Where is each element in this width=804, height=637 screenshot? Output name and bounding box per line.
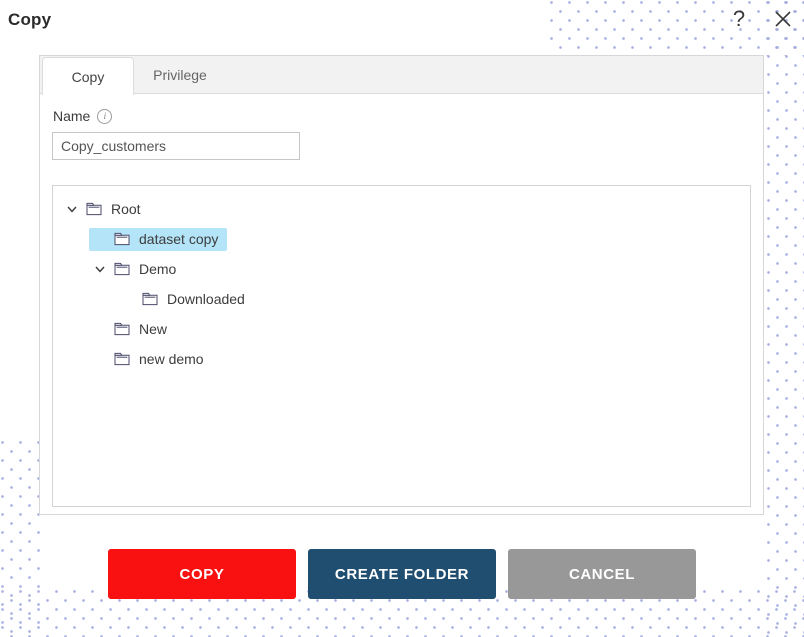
tree-node-label: Downloaded <box>167 291 245 307</box>
background-dot-pattern-right <box>766 0 804 637</box>
tree-node-label: new demo <box>139 351 204 367</box>
folder-icon <box>114 352 130 366</box>
name-field-row: Name i <box>52 108 751 124</box>
tree-node-label: Demo <box>139 261 177 277</box>
panel-body: Name i Root dataset copy Demo Downloaded New… <box>40 94 763 519</box>
tab-privilege-label: Privilege <box>153 66 207 83</box>
info-icon[interactable]: i <box>97 108 113 124</box>
tree-node[interactable]: Downloaded <box>53 284 750 314</box>
name-input[interactable] <box>52 132 300 160</box>
tree-node[interactable]: dataset copy <box>53 224 750 254</box>
tree-node-row[interactable]: new demo <box>89 348 213 371</box>
background-dot-pattern-top-right <box>549 0 804 56</box>
chevron-down-icon[interactable] <box>93 262 107 276</box>
tab-copy-label: Copy <box>71 68 105 85</box>
tree-node-row[interactable]: Demo <box>89 258 185 281</box>
cancel-button[interactable]: CANCEL <box>508 549 696 599</box>
close-x-glyph <box>775 11 791 27</box>
create-folder-button[interactable]: CREATE FOLDER <box>308 549 496 599</box>
chevron-down-icon[interactable] <box>65 202 79 216</box>
tree-node-label: New <box>139 321 168 337</box>
tab-privilege[interactable]: Privilege <box>134 55 226 93</box>
tree-node-label: Root <box>111 201 141 217</box>
folder-icon <box>114 262 130 276</box>
tree-node-label: dataset copy <box>139 231 219 247</box>
dialog-button-bar: COPY CREATE FOLDER CANCEL <box>0 549 804 599</box>
tree-node-row[interactable]: dataset copy <box>89 227 228 251</box>
tab-strip: Copy Privilege <box>40 55 763 95</box>
tree-node[interactable]: Demo <box>53 254 750 284</box>
page-title: Copy <box>8 10 52 29</box>
folder-icon <box>86 202 102 216</box>
tree-node-row[interactable]: Root <box>61 198 150 221</box>
help-icon[interactable]: ? <box>726 6 752 32</box>
close-icon[interactable] <box>770 6 796 32</box>
folder-icon <box>114 322 130 336</box>
folder-tree[interactable]: Root dataset copy Demo Downloaded New new dem… <box>52 185 751 507</box>
folder-icon <box>142 292 158 306</box>
name-label: Name <box>53 108 91 124</box>
tree-node-row[interactable]: New <box>89 318 176 341</box>
tree-node[interactable]: new demo <box>53 344 750 374</box>
tree-node-row[interactable]: Downloaded <box>117 288 254 311</box>
tab-copy[interactable]: Copy <box>42 57 134 95</box>
copy-button[interactable]: COPY <box>108 549 296 599</box>
folder-icon <box>114 232 130 246</box>
question-mark-glyph: ? <box>732 6 746 31</box>
tree-node[interactable]: New <box>53 314 750 344</box>
tree-node[interactable]: Root <box>53 194 750 224</box>
copy-dialog-panel: Copy Privilege Name i Root dataset copy De… <box>39 55 764 515</box>
